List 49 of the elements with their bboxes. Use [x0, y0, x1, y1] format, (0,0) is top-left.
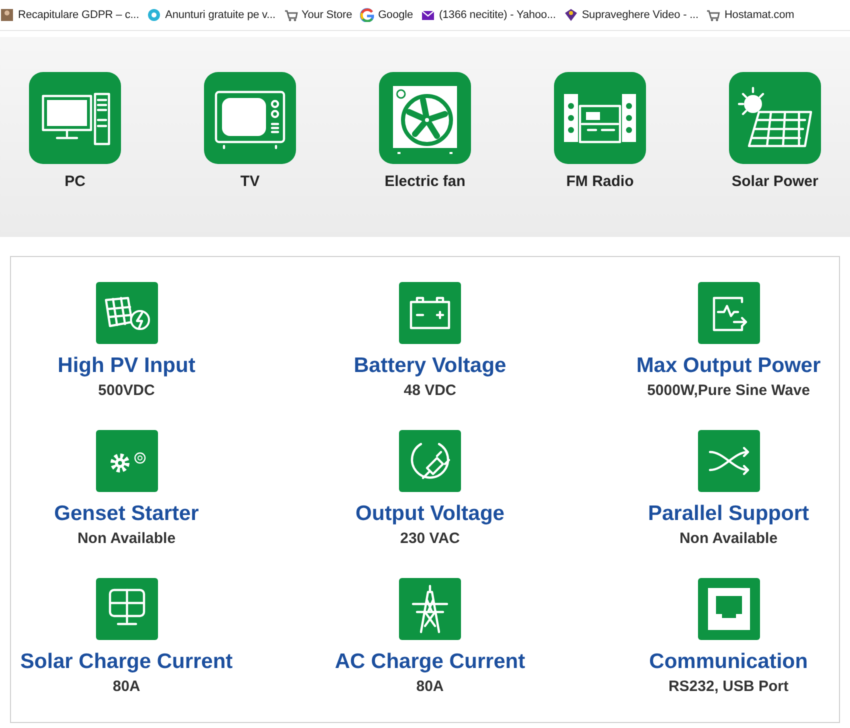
stereo-system-icon — [554, 72, 646, 164]
bookmark-link[interactable]: Supraveghere Video - ... — [564, 8, 698, 22]
bookmark-link[interactable]: Recapitulare GDPR – c... — [0, 8, 140, 22]
spec-value: Non Available — [679, 530, 778, 547]
bookmark-link[interactable]: (1366 necitite) - Yahoo... — [420, 8, 556, 22]
spec-value: Non Available — [77, 530, 176, 547]
spec-value: 5000W,Pure Sine Wave — [647, 382, 810, 399]
cart-icon — [284, 8, 298, 22]
bookmark-link[interactable]: Hostamat.com — [706, 8, 794, 22]
spec-title: Output Voltage — [356, 502, 504, 526]
shuffle-icon — [698, 430, 760, 492]
gears-icon — [96, 430, 158, 492]
envelope-icon — [420, 8, 435, 22]
power-pylon-icon — [399, 578, 461, 640]
spec-title: AC Charge Current — [334, 650, 526, 674]
spec-value: 80A — [416, 678, 444, 695]
spec-value: 500VDC — [98, 382, 155, 399]
plug-icon — [399, 430, 461, 492]
spec-title: Solar Charge Current — [20, 650, 233, 674]
spec-title: Parallel Support — [648, 502, 810, 526]
appliance-label: PC — [64, 173, 86, 190]
power-output-icon — [698, 282, 760, 344]
spec-title: High PV Input — [58, 354, 196, 378]
solar-panel-icon — [96, 282, 158, 344]
spec-title: Battery Voltage — [354, 354, 506, 378]
bookmark-link[interactable]: Your Store — [284, 8, 352, 22]
tv-icon — [204, 72, 296, 164]
spec-value: 80A — [112, 678, 140, 695]
spec-value: 48 VDC — [404, 382, 456, 399]
photo-thumbnail-icon — [0, 8, 14, 22]
appliance-label: TV — [240, 173, 260, 190]
cart-icon — [706, 8, 720, 22]
bookmark-link[interactable]: Google — [360, 8, 413, 22]
spec-title: Communication — [649, 650, 808, 674]
computer-icon — [29, 72, 121, 164]
fan-icon — [379, 72, 471, 164]
appliance-label: Solar Power — [732, 173, 818, 190]
spec-title: Max Output Power — [636, 354, 821, 378]
battery-icon — [399, 282, 461, 344]
spec-value: RS232, USB Port — [668, 678, 789, 695]
solar-panel-icon — [96, 578, 158, 640]
network-port-icon — [698, 578, 760, 640]
bookmark-link[interactable]: Anunturi gratuite pe v... — [147, 8, 276, 22]
appliance-label: FM Radio — [566, 173, 634, 190]
spec-value: 230 VAC — [400, 530, 460, 547]
appliance-label: Electric fan — [384, 173, 466, 190]
shield-icon — [564, 8, 578, 22]
solar-panel-icon — [729, 72, 821, 164]
spec-title: Genset Starter — [54, 502, 199, 526]
